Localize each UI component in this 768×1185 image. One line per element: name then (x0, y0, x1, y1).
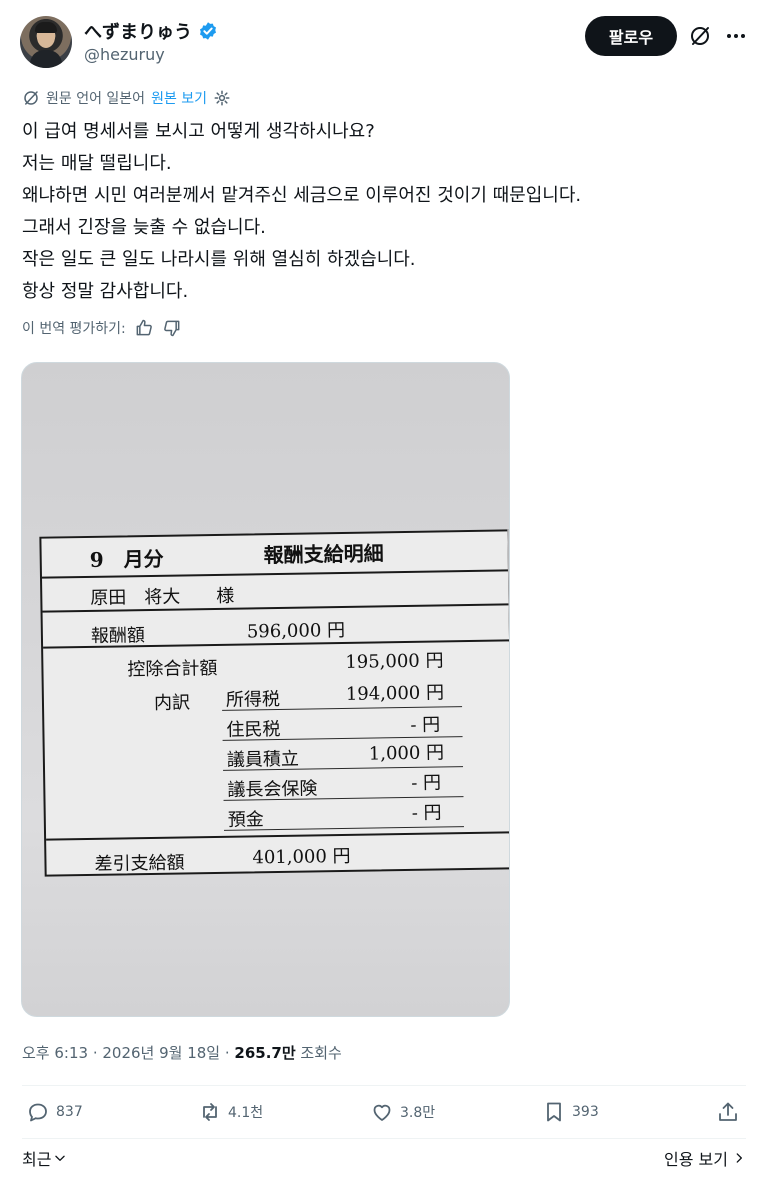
payslip-title: 報酬支給明細 (263, 541, 384, 568)
tweet-header: へずまりゅう @hezuruy 팔로우 (20, 14, 750, 72)
deduction-total-label: 控除合計額 (127, 657, 218, 681)
tweet-line: 그래서 긴장을 늦출 수 없습니다. (22, 217, 266, 238)
avatar-shirt (30, 50, 62, 68)
source-language: 원문 언어 일본어 (46, 91, 146, 107)
bookmark-count: 393 (572, 1104, 599, 1120)
bookmark-button[interactable]: 393 (542, 1100, 599, 1124)
rate-translation-label: 이 번역 평가하기: (22, 321, 126, 337)
salary-value: 596,000 円 (246, 619, 346, 643)
view-quotes-label: 인용 보기 (664, 1150, 728, 1169)
more-dot (727, 34, 731, 38)
like-count: 3.8만 (400, 1105, 436, 1121)
translate-grok-icon (24, 91, 38, 105)
show-original-link[interactable]: 원본 보기 (151, 88, 207, 108)
display-name[interactable]: へずまりゅう (84, 18, 192, 44)
handle[interactable]: @hezuruy (84, 45, 165, 64)
item-label: 住民税 (226, 718, 281, 741)
follow-button[interactable]: 팔로우 (585, 16, 677, 56)
tweet-line: 왜냐하면 시민 여러분께서 맡겨주신 세금으로 이루어진 것이기 때문입니다. (22, 185, 582, 206)
like-button[interactable]: 3.8만 (370, 1100, 435, 1124)
item-value: - 円 (411, 772, 442, 794)
verified-badge-icon (200, 22, 216, 40)
heart-icon (373, 1104, 391, 1121)
item-value: - 円 (411, 802, 442, 824)
bookmark-icon (547, 1102, 561, 1122)
item-value: 1,000 円 (368, 742, 445, 765)
reply-count: 837 (56, 1104, 83, 1120)
repost-button[interactable]: 4.1천 (198, 1100, 263, 1124)
more-dot (734, 34, 738, 38)
view-quotes-link[interactable]: 인용 보기 (664, 1146, 746, 1170)
salary-label: 報酬額 (90, 625, 146, 647)
sort-dropdown[interactable]: 최근 (22, 1146, 67, 1170)
views-label: 조회수 (295, 1044, 342, 1062)
gear-icon[interactable] (213, 89, 231, 107)
tweet-line: 이 급여 명세서를 보시고 어떻게 생각하시나요? (22, 121, 375, 142)
payslip-month: 9 月分 (89, 546, 164, 572)
more-dot (741, 34, 745, 38)
payslip-name: 原田 将大 様 (90, 585, 235, 609)
payslip: 9 月分 報酬支給明細 原田 将大 様 報酬額 596,000 円 控除合計額 … (39, 529, 509, 877)
tweet-line: 저는 매달 떨립니다. (22, 153, 172, 174)
grok-icon[interactable] (688, 24, 712, 48)
deduction-total-value: 195,000 円 (345, 650, 444, 673)
item-value: 194,000 円 (345, 682, 445, 705)
sort-label: 최근 (22, 1150, 52, 1169)
item-label: 所得税 (225, 688, 281, 711)
reply-button[interactable]: 837 (26, 1100, 83, 1124)
action-bar: 837 4.1천 3.8만 393 (22, 1100, 742, 1136)
divider (22, 1138, 746, 1139)
repost-icon (203, 1103, 217, 1121)
repost-count: 4.1천 (228, 1105, 264, 1121)
translation-bar: 원문 언어 일본어 원본 보기 (22, 88, 231, 108)
reply-icon (29, 1103, 47, 1122)
tweet-meta: 오후 6:13 · 2026년 9월 18일 · 265.7만 조회수 (22, 1042, 342, 1063)
chevron-right-icon (736, 1153, 742, 1163)
tweet-photo[interactable]: 9 月分 報酬支給明細 原田 将大 様 報酬額 596,000 円 控除合計額 … (21, 362, 510, 1017)
net-label: 差引支給額 (94, 852, 185, 875)
view-count: 265.7만 (234, 1044, 296, 1062)
rate-translation-row: 이 번역 평가하기: (22, 318, 182, 338)
slip-shadow (507, 529, 509, 870)
thumbs-down-icon[interactable] (162, 318, 182, 338)
more-options-icon[interactable] (724, 24, 748, 48)
avatar-hair (35, 22, 57, 33)
item-label: 預金 (227, 809, 264, 831)
timestamp[interactable]: 오후 6:13 · 2026년 9월 18일 · (22, 1044, 234, 1062)
name-row: へずまりゅう (84, 18, 218, 44)
avatar[interactable] (20, 16, 72, 68)
tweet-line: 항상 정말 감사합니다. (22, 281, 189, 302)
item-value: - 円 (410, 714, 441, 736)
share-button[interactable] (716, 1100, 740, 1124)
slip-line (46, 831, 509, 841)
divider (22, 1085, 746, 1086)
tweet-text: 이 급여 명세서를 보시고 어떻게 생각하시나요? 저는 매달 떨립니다. 왜냐… (22, 116, 742, 308)
share-icon (719, 1102, 737, 1121)
thumbs-up-icon[interactable] (134, 318, 154, 338)
item-label: 議員積立 (226, 748, 300, 771)
net-value: 401,000 円 (252, 845, 351, 869)
chevron-down-icon (55, 1155, 66, 1161)
tweet-line: 작은 일도 큰 일도 나라시를 위해 열심히 하겠습니다. (22, 249, 416, 270)
breakdown-label: 内訳 (153, 692, 191, 714)
